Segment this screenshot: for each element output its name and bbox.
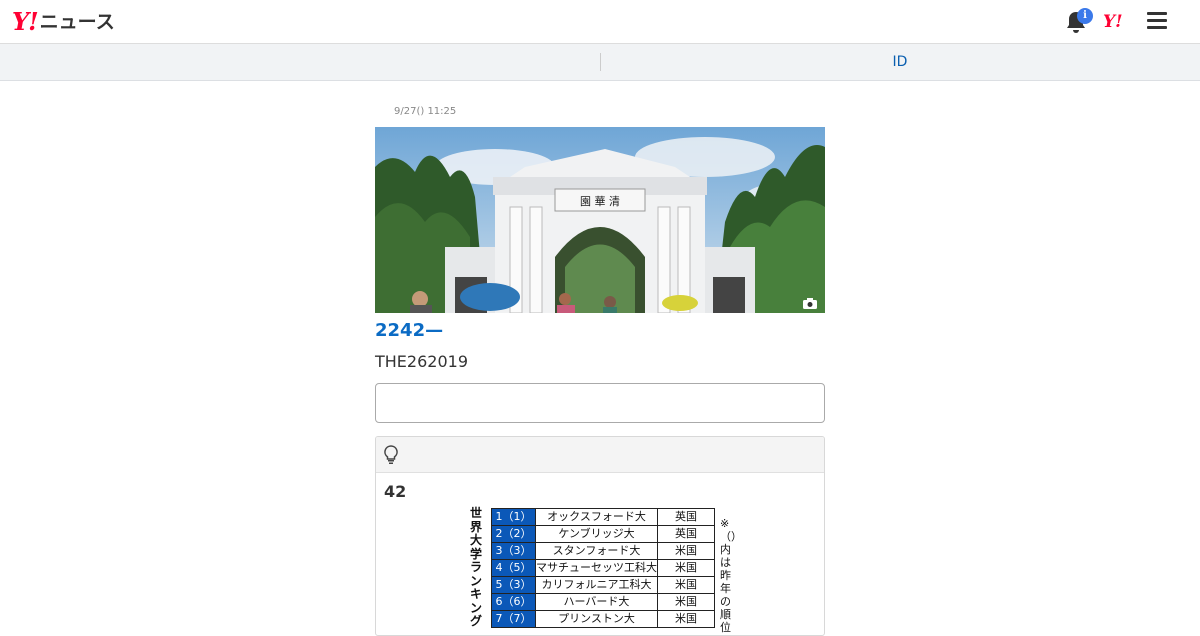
country-cell: 英国 [657, 508, 715, 526]
hint-header [376, 437, 824, 473]
country-cell: 英国 [657, 525, 715, 543]
svg-text:園 華 清: 園 華 清 [580, 195, 620, 208]
news-logo-text: ニュース [39, 11, 115, 33]
article-lead: THE262019 [375, 352, 468, 371]
tsinghua-gate-image: 園 華 清 [375, 127, 825, 313]
university-name-cell: カリフォルニア工科大 [535, 576, 658, 594]
country-cell: 米国 [657, 610, 715, 628]
country-cell: 米国 [657, 593, 715, 611]
country-cell: 米国 [657, 542, 715, 560]
hamburger-menu-icon[interactable] [1147, 12, 1167, 30]
comment-input[interactable] [375, 383, 825, 423]
ranking-row: 7（7） プリンストン大 米国 [491, 610, 715, 628]
ranking-title: 世界大学ランキング [470, 506, 483, 628]
ranking-row: 5（3） カリフォルニア工科大 米国 [491, 576, 715, 594]
university-name-cell: ケンブリッジ大 [535, 525, 658, 543]
subnav-left-cell[interactable] [0, 44, 600, 80]
rank-cell: 2（2） [491, 525, 536, 543]
university-name-cell: マサチューセッツ工科大 [535, 559, 658, 577]
rank-cell: 5（3） [491, 576, 536, 594]
rank-cell: 3（3） [491, 542, 536, 560]
ranking-note: ※（）内は昨年の順位 [720, 517, 742, 634]
article-date: 9/27() 11:25 [394, 106, 457, 117]
ranking-row: 2（2） ケンブリッジ大 英国 [491, 525, 715, 543]
notification-badge[interactable]: i [1077, 8, 1093, 24]
ranking-row: 1（1） オックスフォード大 英国 [491, 508, 715, 526]
ranking-table: 1（1） オックスフォード大 英国 2（2） ケンブリッジ大 英国 3（3） スタンフォード大… [491, 508, 715, 628]
ranking-row: 3（3） スタンフォード大 米国 [491, 542, 715, 560]
country-cell: 米国 [657, 576, 715, 594]
ranking-row: 6（6） ハーバード大 米国 [491, 593, 715, 611]
rank-cell: 1（1） [491, 508, 536, 526]
country-cell: 米国 [657, 559, 715, 577]
rank-cell: 7（7） [491, 610, 536, 628]
rank-cell: 4（5） [491, 559, 536, 577]
rank-cell: 6（6） [491, 593, 536, 611]
lightbulb-icon [384, 445, 398, 464]
article-photo[interactable]: 園 華 清 [375, 127, 825, 313]
camera-icon[interactable] [803, 298, 817, 309]
sub-navigation: ID [0, 44, 1200, 81]
header-actions: i Y! [1060, 0, 1200, 44]
yahoo-news-logo[interactable]: Y! ニュース [12, 9, 115, 35]
university-name-cell: プリンストン大 [535, 610, 658, 628]
hint-box: 42 世界大学ランキング 1（1） オックスフォード大 英国 2（2） ケンブリッジ大英… [375, 436, 825, 636]
university-name-cell: オックスフォード大 [535, 508, 658, 526]
university-name-cell: ハーバード大 [535, 593, 658, 611]
id-link[interactable]: ID [600, 44, 1200, 80]
article-title[interactable]: 2242— [375, 320, 443, 341]
top-header: Y! ニュース i Y! [0, 0, 1200, 44]
yahoo-logo-mark: Y! [12, 7, 39, 36]
university-name-cell: スタンフォード大 [535, 542, 658, 560]
ranking-row: 4（5） マサチューセッツ工科大 米国 [491, 559, 715, 577]
hint-number: 42 [384, 482, 407, 501]
yahoo-home-icon[interactable]: Y! [1103, 12, 1123, 32]
